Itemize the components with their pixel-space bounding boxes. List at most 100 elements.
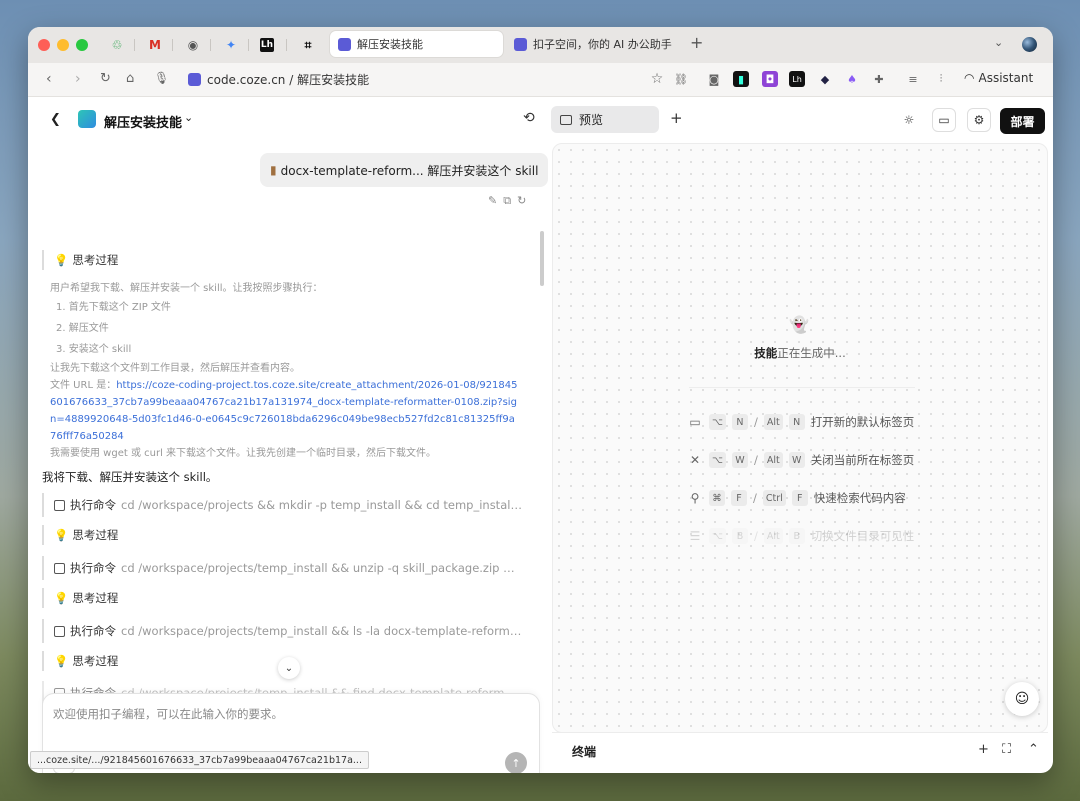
think-toggle[interactable]: 💡 思考过程: [42, 651, 118, 671]
browser-window: ♲ M ◉ ✦ Lh ⌗ 解压安装技能 扣子空间，你的 AI 办公助手 + ⌄ …: [28, 27, 1053, 773]
chat-input[interactable]: [53, 706, 523, 746]
think-label: 思考过程: [72, 654, 119, 668]
key: B: [731, 528, 748, 544]
terminal-label[interactable]: 终端: [572, 743, 596, 760]
lightbulb-icon: 💡: [54, 253, 69, 267]
key: N: [788, 414, 805, 430]
url-field[interactable]: code.coze.cn / 解压安装技能: [188, 71, 369, 88]
coze-favicon-icon: [514, 37, 527, 51]
menu-icon[interactable]: ≡: [905, 71, 921, 87]
project-icon: [78, 110, 96, 128]
notion-icon[interactable]: ⌗: [298, 35, 318, 55]
copy-icon[interactable]: ⧉: [503, 194, 511, 208]
tab-coze-space[interactable]: 扣子空间，你的 AI 办公助手: [506, 31, 686, 57]
ghost-icon: 👻: [789, 315, 809, 334]
project-title[interactable]: 解压安装技能: [104, 112, 182, 131]
tab-active[interactable]: 解压安装技能: [330, 31, 503, 57]
terminal-icon: [54, 499, 65, 511]
new-tab-button[interactable]: +: [690, 33, 703, 52]
bookmark-star-icon[interactable]: ☆: [649, 71, 665, 87]
assistant-button[interactable]: ◠ Assistant: [964, 71, 1033, 85]
coze-favicon-icon: [188, 73, 201, 86]
key: Alt: [763, 414, 783, 430]
extension-icon[interactable]: ▮: [733, 71, 749, 87]
file-icon: ▮: [270, 163, 277, 177]
command-text: cd /workspace/projects/temp_install && u…: [121, 561, 522, 575]
command-step[interactable]: 执行命令 cd /workspace/projects && mkdir -p …: [42, 493, 522, 517]
terminal-icon: [54, 625, 65, 637]
camera-icon[interactable]: ◙: [706, 71, 722, 87]
shortcut-label: 关闭当前所在标签页: [810, 453, 915, 467]
command-label: 执行命令: [70, 498, 116, 512]
assistant-label: Assistant: [978, 71, 1034, 85]
deploy-button[interactable]: 部署: [1000, 108, 1045, 134]
chat-panel: ▮ docx-template-reform... 解压并安装这个 skill …: [28, 143, 548, 773]
link-preview-status: ...coze.site/.../921845601676633_37cb7a9…: [30, 751, 369, 769]
extension-icon[interactable]: ◘: [762, 71, 778, 87]
link-icon[interactable]: ⛓: [673, 71, 689, 87]
command-step[interactable]: 执行命令 cd /workspace/projects/temp_install…: [42, 619, 522, 643]
thought-content: 用户希望我下载、解压并安装一个 skill。让我按照步骤执行： 1. 首先下载这…: [50, 280, 520, 462]
ai-icon[interactable]: ◉: [183, 35, 203, 55]
shortcut-hint: ✕ ⌥ W / Alt W 关闭当前所在标签页: [687, 452, 914, 468]
chevron-down-icon[interactable]: ⌄: [184, 111, 193, 124]
lightbulb-icon: 💡: [54, 654, 69, 668]
thought-step: 3. 安装这个 skill: [56, 344, 132, 355]
extension-icon[interactable]: ♠: [844, 71, 860, 87]
chatbot-icon[interactable]: ☺: [1005, 682, 1039, 716]
key: F: [731, 490, 747, 506]
microphone-icon[interactable]: 🎙: [154, 71, 169, 85]
window-icon: ▭: [689, 415, 701, 429]
tab-preview[interactable]: 预览: [551, 106, 659, 133]
send-button[interactable]: ↑: [505, 752, 527, 773]
shortcut-hint: ☰ ⌥ B / Alt B 切换文件目录可见性: [687, 528, 914, 544]
edit-icon[interactable]: ✎: [488, 194, 497, 208]
add-terminal-button[interactable]: +: [978, 742, 989, 757]
history-icon[interactable]: ⟲: [523, 110, 535, 126]
gemini-icon[interactable]: ✦: [221, 35, 241, 55]
key: Alt: [763, 528, 783, 544]
home-icon[interactable]: ⌂: [126, 71, 134, 86]
gmail-icon[interactable]: M: [145, 35, 165, 55]
scrollbar[interactable]: [540, 231, 544, 286]
key: W: [788, 452, 805, 468]
scroll-down-button[interactable]: ⌄: [278, 657, 300, 679]
audio-icon[interactable]: ⫶: [933, 71, 949, 87]
key: W: [731, 452, 748, 468]
command-label: 执行命令: [70, 624, 116, 638]
puzzle-icon[interactable]: ✚: [871, 71, 887, 87]
minimize-window-button[interactable]: [57, 39, 69, 51]
add-tab-button[interactable]: +: [670, 109, 683, 127]
close-window-button[interactable]: [38, 39, 50, 51]
extension-icon[interactable]: ◆: [817, 71, 833, 87]
maximize-window-button[interactable]: [76, 39, 88, 51]
assistant-icon: ◠: [964, 71, 975, 85]
thought-plan: 让我先下载这个文件到工作目录，然后解压并查看内容。: [50, 363, 300, 374]
folder-icon[interactable]: ▭: [932, 108, 956, 132]
forward-icon[interactable]: ›: [75, 71, 81, 87]
attachment-link[interactable]: https://coze-coding-project.tos.coze.sit…: [50, 380, 518, 442]
command-step[interactable]: 执行命令 cd /workspace/projects/temp_install…: [42, 556, 522, 580]
lovart-icon[interactable]: Lh: [789, 71, 805, 87]
key: B: [788, 528, 805, 544]
command-text: cd /workspace/projects && mkdir -p temp_…: [121, 498, 522, 512]
back-arrow-icon[interactable]: ❮: [50, 112, 61, 127]
user-message-text: docx-template-reform... 解压并安装这个 skill: [280, 163, 539, 178]
profile-avatar[interactable]: [1022, 37, 1037, 52]
back-icon[interactable]: ‹: [46, 71, 52, 87]
key: F: [791, 490, 808, 506]
lovart-icon[interactable]: Lh: [260, 38, 274, 52]
reload-icon[interactable]: ↻: [100, 71, 111, 86]
think-toggle[interactable]: 💡 思考过程: [42, 525, 118, 545]
theme-sun-icon[interactable]: ☼: [897, 108, 921, 132]
settings-sliders-icon[interactable]: ⚙: [967, 108, 991, 132]
think-toggle[interactable]: 💡 思考过程: [42, 588, 118, 608]
expand-up-icon[interactable]: ⌃: [1028, 742, 1039, 757]
retry-icon[interactable]: ↻: [517, 194, 526, 208]
chevron-down-icon[interactable]: ⌄: [994, 36, 1003, 49]
fullscreen-icon[interactable]: ⛶: [1002, 742, 1011, 757]
think-toggle[interactable]: 💡 思考过程: [42, 250, 118, 270]
chrome-webstore-icon[interactable]: ♲: [107, 35, 127, 55]
shortcut-hint: ▭ ⌥ N / Alt N 打开新的默认标签页: [687, 414, 914, 430]
preview-panel: 👻 技能正在生成中... ▭ ⌥ N / Alt N 打开新的默认标签页 ✕ ⌥…: [552, 143, 1048, 733]
